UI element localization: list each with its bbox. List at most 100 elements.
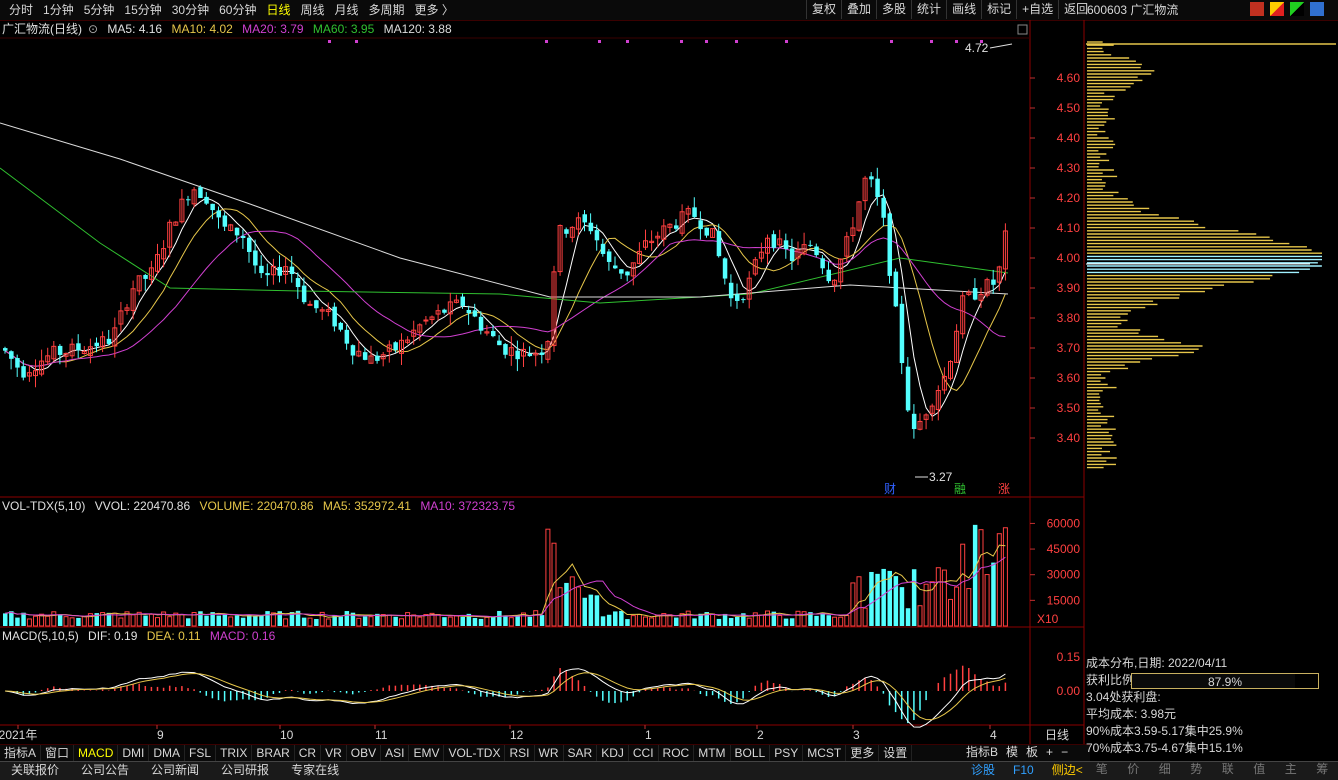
volume-bar — [259, 615, 264, 626]
volume-bar — [58, 614, 63, 626]
volume-bar — [241, 618, 246, 626]
side-tab[interactable]: 值 — [1244, 761, 1276, 779]
indicator-tab[interactable]: MTM — [694, 745, 730, 762]
indicator-tab[interactable]: MACD — [74, 745, 118, 762]
indicator-control[interactable]: + — [1042, 744, 1057, 761]
indicator-tab[interactable]: 窗口 — [41, 745, 74, 762]
indicator-tab[interactable]: CCI — [629, 745, 659, 762]
indicator-tab[interactable]: ASI — [381, 745, 409, 762]
volume-bar — [9, 611, 14, 626]
volume-bar — [759, 615, 763, 626]
info-tab[interactable]: 公司公告 — [70, 762, 140, 780]
info-tab[interactable]: 公司新闻 — [140, 762, 210, 780]
indicator-control[interactable]: 模 — [1002, 744, 1022, 761]
indicator-tab[interactable]: ROC — [659, 745, 695, 762]
volume-bar — [265, 611, 270, 626]
candle-body — [619, 269, 624, 273]
candle-body — [186, 199, 191, 200]
candle-body — [528, 354, 533, 356]
price-tick-label: 4.60 — [1057, 71, 1081, 85]
volume-bar — [143, 616, 148, 626]
volume-bar — [27, 619, 31, 626]
side-tab[interactable]: 细 — [1149, 761, 1181, 779]
info-tab[interactable]: 公司研报 — [210, 762, 280, 780]
candle-body — [308, 304, 312, 305]
indicator-tab[interactable]: SAR — [564, 745, 598, 762]
volume-bar — [491, 617, 496, 626]
volume-bar — [223, 614, 228, 626]
volume-bar — [534, 611, 538, 626]
indicator-tab[interactable]: FSL — [185, 745, 216, 762]
info-link[interactable]: 侧边< — [1043, 762, 1092, 778]
volume-bar — [747, 618, 751, 626]
indicator-control[interactable]: 指标B — [962, 744, 1002, 761]
signal-mark — [785, 40, 788, 43]
volume-bar — [894, 576, 899, 626]
indicator-tab[interactable]: CR — [295, 745, 321, 762]
indicator-tab[interactable]: 更多 — [846, 745, 879, 762]
candle-body — [278, 267, 283, 276]
indicator-tab[interactable]: VOL-TDX — [444, 745, 505, 762]
candle-body — [973, 288, 978, 300]
candle-body — [76, 343, 81, 350]
indicator-tab[interactable]: MCST — [803, 745, 846, 762]
signal-mark — [735, 40, 738, 43]
side-tab[interactable]: 价 — [1118, 761, 1150, 779]
indicator-tab[interactable]: WR — [535, 745, 564, 762]
candle-body — [540, 352, 545, 354]
side-tab[interactable]: 笔 — [1086, 761, 1118, 779]
indicator-tab[interactable]: DMI — [118, 745, 149, 762]
volume-bar — [369, 617, 373, 626]
cost-90-text: 90%成本3.59-5.17集中25.9% — [1086, 723, 1336, 740]
indicator-tab[interactable]: TRIX — [216, 745, 252, 762]
indicator-tab[interactable]: DMA — [149, 745, 185, 762]
volume-bar — [156, 618, 160, 626]
info-tab[interactable]: 专家在线 — [280, 762, 350, 780]
volume-bar — [949, 599, 953, 626]
volume-bar — [631, 616, 635, 626]
side-tab[interactable]: 主 — [1275, 761, 1307, 779]
volume-bar — [644, 617, 648, 626]
indicator-tab[interactable]: BRAR — [252, 745, 294, 762]
candle-body — [894, 272, 899, 307]
volume-bar — [168, 617, 172, 626]
candle-body — [265, 273, 270, 275]
indicator-tab[interactable]: EMV — [409, 745, 444, 762]
indicator-tab[interactable]: BOLL — [731, 745, 771, 762]
indicator-control[interactable]: 板 — [1022, 744, 1042, 761]
info-tab[interactable]: 关联报价 — [0, 762, 70, 780]
info-link[interactable]: 诊股 — [962, 762, 1004, 778]
volume-bar — [204, 616, 209, 626]
vol-tick-label: 45000 — [1047, 542, 1081, 556]
indicator-tab[interactable]: KDJ — [597, 745, 629, 762]
volume-bar — [650, 618, 654, 626]
info-link[interactable]: F10 — [1004, 762, 1043, 778]
maximize-icon[interactable] — [1018, 25, 1027, 34]
volume-bar — [509, 618, 513, 626]
volume-bar — [729, 618, 734, 626]
side-tab[interactable]: 势 — [1181, 761, 1213, 779]
candle-body — [808, 245, 813, 246]
candle-body — [613, 266, 618, 269]
info-right-links: 诊股F10侧边< — [962, 762, 1092, 778]
volume-bar — [15, 618, 20, 626]
indicator-tab[interactable]: PSY — [770, 745, 803, 762]
indicator-tab[interactable]: OBV — [347, 745, 381, 762]
candle-body — [589, 223, 594, 231]
volume-bar — [692, 618, 697, 626]
volume-bar — [985, 575, 989, 626]
volume-bar — [912, 569, 917, 626]
side-tab[interactable]: 筹 — [1307, 761, 1338, 779]
indicator-tab[interactable]: VR — [321, 745, 347, 762]
volume-bar — [485, 617, 489, 626]
volume-bar — [766, 611, 770, 626]
volume-bar — [674, 618, 679, 626]
side-tab[interactable]: 联 — [1212, 761, 1244, 779]
volume-bar — [82, 617, 86, 626]
indicator-control[interactable]: − — [1057, 744, 1072, 761]
volume-bar — [339, 617, 344, 626]
indicator-tab[interactable]: 指标A — [0, 745, 41, 762]
indicator-tab[interactable]: 设置 — [879, 745, 912, 762]
indicator-tab[interactable]: RSI — [505, 745, 534, 762]
candle-body — [15, 358, 20, 368]
